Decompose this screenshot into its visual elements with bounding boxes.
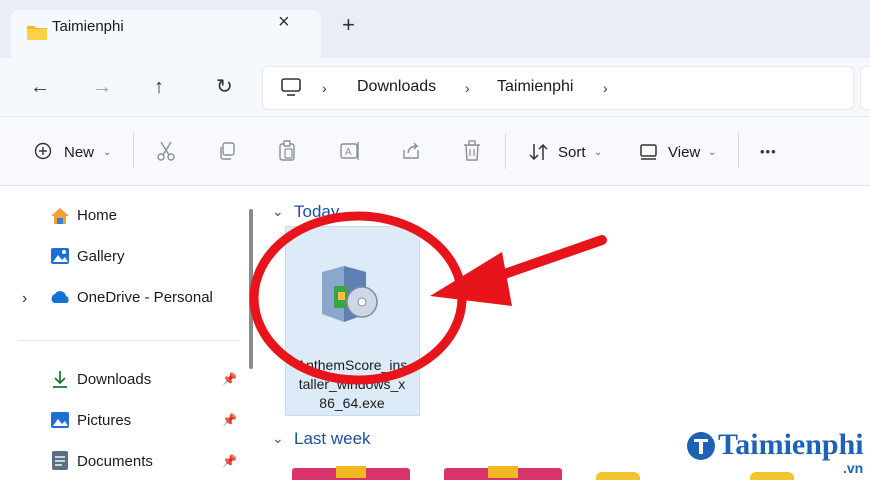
- delete-icon[interactable]: [462, 140, 482, 162]
- view-button[interactable]: View: [668, 144, 700, 161]
- sort-button[interactable]: Sort: [558, 144, 586, 161]
- separator: [505, 133, 506, 169]
- watermark-logo-icon: [687, 432, 715, 460]
- refresh-button[interactable]: ↻: [216, 77, 233, 97]
- folder-icon[interactable]: [596, 472, 640, 480]
- documents-icon: [52, 451, 68, 470]
- annotation-arrow-icon: [249, 211, 607, 385]
- separator: [133, 133, 134, 169]
- collapse-chevron-icon[interactable]: ⌄: [272, 430, 284, 447]
- breadcrumb-taimienphi[interactable]: Taimienphi: [497, 78, 573, 96]
- new-button[interactable]: New: [64, 144, 94, 161]
- separator: [738, 133, 739, 169]
- breadcrumb-chevron-icon: ›: [465, 80, 470, 96]
- pin-icon: 📌: [222, 454, 237, 468]
- folder-icon[interactable]: [750, 472, 794, 480]
- breadcrumb-chevron-icon: ›: [322, 80, 327, 96]
- copy-icon[interactable]: [217, 141, 237, 161]
- chevron-down-icon: ⌄: [708, 147, 717, 158]
- more-options-button[interactable]: •••: [760, 144, 777, 159]
- archive-zip-band: [336, 466, 366, 478]
- search-box[interactable]: [860, 66, 870, 110]
- onedrive-cloud-icon: [51, 291, 69, 303]
- sidebar-item-documents[interactable]: Documents: [77, 453, 153, 470]
- chevron-down-icon: ⌄: [594, 147, 603, 158]
- watermark-text: Taimienphi: [718, 428, 864, 461]
- watermark-suffix: .vn: [843, 460, 864, 476]
- chevron-down-icon: ⌄: [103, 147, 112, 158]
- forward-button[interactable]: →: [92, 77, 112, 97]
- rename-icon[interactable]: A: [339, 141, 361, 161]
- new-tab-button[interactable]: +: [342, 14, 355, 36]
- gallery-icon: [51, 248, 69, 264]
- up-button[interactable]: ↑: [154, 77, 164, 97]
- sidebar-divider: [18, 340, 240, 341]
- back-button[interactable]: ←: [30, 77, 50, 97]
- group-header-last-week[interactable]: Last week: [294, 429, 371, 449]
- computer-icon: [281, 78, 301, 96]
- home-icon: [51, 208, 69, 224]
- folder-icon: [27, 26, 47, 40]
- sidebar-item-onedrive[interactable]: OneDrive - Personal: [77, 289, 213, 306]
- sidebar-item-home[interactable]: Home: [77, 207, 117, 224]
- pin-icon: 📌: [222, 372, 237, 386]
- archive-zip-band: [488, 466, 518, 478]
- sort-icon: [529, 143, 548, 161]
- sidebar-item-downloads[interactable]: Downloads: [77, 371, 151, 388]
- share-icon[interactable]: [401, 141, 421, 161]
- tab-title: Taimienphi: [52, 18, 124, 35]
- pin-icon: 📌: [222, 413, 237, 427]
- download-arrow-icon: [53, 371, 67, 388]
- breadcrumb-chevron-icon[interactable]: ›: [603, 80, 608, 96]
- sidebar-item-pictures[interactable]: Pictures: [77, 412, 131, 429]
- close-tab-button[interactable]: ×: [278, 12, 290, 32]
- plus-circle-icon: [34, 142, 52, 160]
- svg-text:A: A: [345, 147, 352, 158]
- command-bar: [0, 117, 870, 186]
- paste-icon[interactable]: [277, 140, 297, 162]
- sidebar-item-gallery[interactable]: Gallery: [77, 248, 125, 265]
- expand-chevron-icon[interactable]: ›: [22, 290, 27, 308]
- breadcrumb-downloads[interactable]: Downloads: [357, 78, 436, 96]
- navigation-pane: [8, 186, 248, 478]
- view-icon: [640, 144, 657, 160]
- pictures-icon: [51, 412, 69, 428]
- cut-icon[interactable]: [156, 140, 176, 162]
